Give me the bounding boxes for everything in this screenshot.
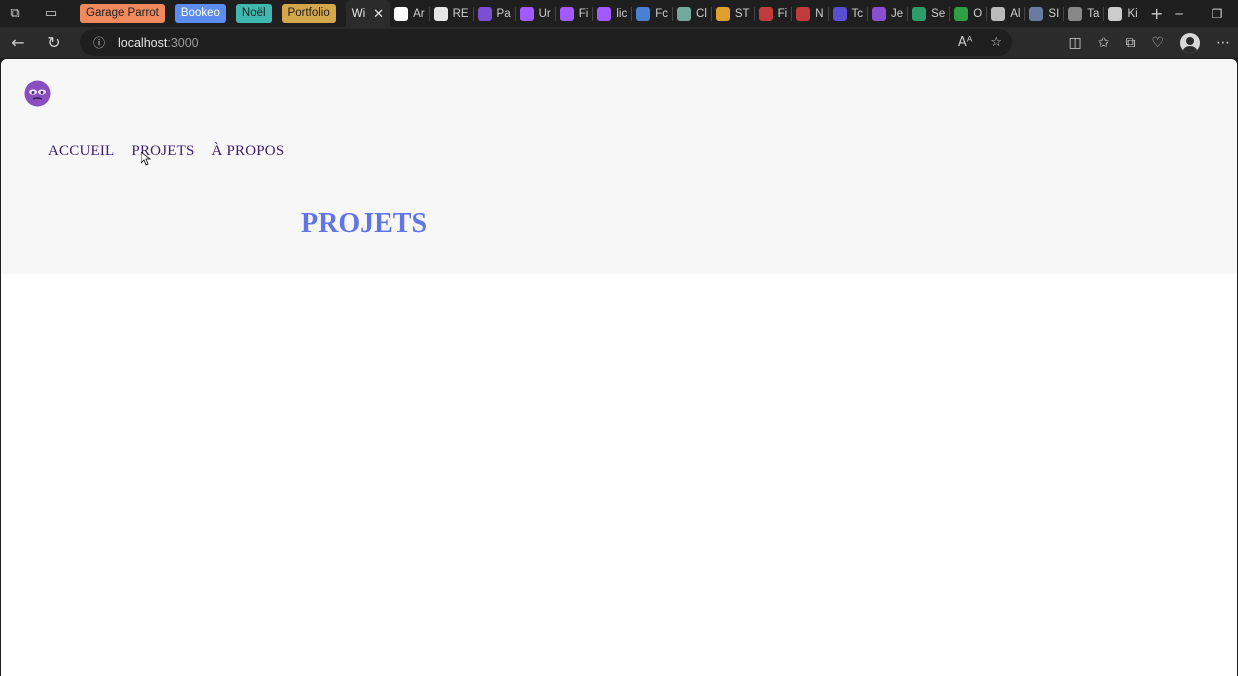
globe-icon [1029,6,1044,21]
browser-tab[interactable]: lic [593,0,631,27]
tab-label: Je [891,7,904,20]
tab-label: Al [1010,7,1021,20]
chatgpt-icon [677,6,692,21]
cube-icon [1108,6,1123,21]
nav-accueil[interactable]: ACCUEIL [48,143,114,160]
minimize-icon[interactable]: ─ [1160,0,1198,27]
square-icon [954,6,969,21]
close-tab-icon[interactable]: ✕ [373,6,384,22]
nav-a-propos[interactable]: À PROPOS [212,143,285,160]
browser-tab[interactable]: Ur [516,0,555,27]
tab-label: Ur [538,7,551,20]
browser-tab[interactable]: Je [868,0,907,27]
tab-label: Fi [578,7,589,20]
url-host: localhost [118,35,168,50]
app-icon [832,6,847,21]
tab-label: Ar [413,7,425,20]
figma-icon [394,6,409,21]
tab-label: ST [734,7,750,20]
tab-actions-icon[interactable]: ▭ [36,0,66,27]
address-bar[interactable]: ⓘ localhost:3000 Aᴬ ☆ [80,29,1012,56]
omnibox-actions: Aᴬ ☆ [958,29,1002,56]
board-icon [636,6,651,21]
tab-label: Tc [851,7,864,20]
page-viewport: ACCUEIL PROJETS À PROPOS PROJETS [1,59,1237,676]
tab-active[interactable]: Wi ✕ [345,0,391,27]
tab-groups: Garage Parrot Bookeo Noël Portfolio [80,4,346,23]
tab-label: Pa [496,7,511,20]
dots-icon [1068,6,1083,21]
figma-icon [519,6,534,21]
github-icon [433,6,448,21]
main-nav: ACCUEIL PROJETS À PROPOS [48,143,284,160]
tab-label: Se [931,7,946,20]
mouse-cursor-icon [141,152,151,166]
more-options-icon[interactable]: ⋯ [1216,35,1230,51]
browser-tab[interactable]: Ki [1104,0,1141,27]
tab-label: SI [1048,7,1060,20]
tab-group-2[interactable]: Noël [235,4,272,23]
tab-list: Ar RE Pa Ur Fi lic Fc Cl ST Fi N Tc Je Se O Al SI Ta Ki [390,0,1142,27]
app-icon [991,6,1006,21]
browser-tab[interactable]: N [792,0,827,27]
browser-tab[interactable]: Ta [1064,0,1103,27]
browser-tab[interactable]: RE [430,0,473,27]
collections-icon[interactable]: ⧉ [1125,35,1135,51]
browser-toolbar: ← ↻ ⓘ localhost:3000 Aᴬ ☆ ◫ ✩ ⧉ ♡ ⋯ [0,27,1238,58]
favorites-icon[interactable]: ✩ [1098,35,1110,51]
url-text[interactable]: localhost:3000 [118,36,199,50]
app-icon [477,6,492,21]
read-aloud-icon[interactable]: Aᴬ [958,35,973,50]
site-header: ACCUEIL PROJETS À PROPOS PROJETS [1,59,1237,274]
browser-tab[interactable]: Pa [474,0,515,27]
browser-essentials-icon[interactable]: ♡ [1151,35,1164,51]
browser-tab[interactable]: Se [908,0,949,27]
restore-icon[interactable]: ❐ [1198,0,1236,27]
browser-tab[interactable]: Fi [556,0,593,27]
browser-tab[interactable]: Ar [390,0,429,27]
paper-plane-icon [715,6,730,21]
browser-tab[interactable]: ST [712,0,754,27]
filezilla-icon [758,6,773,21]
tab-label: N [815,7,824,20]
tab-label: Fi [777,7,788,20]
tab-group-3[interactable]: Portfolio [281,4,336,23]
reload-icon[interactable]: ↻ [36,27,72,58]
tab-group-0[interactable]: Garage Parrot [80,4,165,23]
page-title: PROJETS [301,208,428,239]
workspaces-icon[interactable]: ⧉ [0,0,30,27]
profile-avatar[interactable] [1180,32,1200,53]
plus-icon [912,6,927,21]
tab-group-1[interactable]: Bookeo [174,4,226,23]
browser-tab[interactable]: Fi [755,0,792,27]
active-tab-label: Wi [351,7,366,20]
filezilla-icon [796,6,811,21]
favorite-star-icon[interactable]: ☆ [990,35,1002,50]
browser-tab[interactable]: Al [987,0,1024,27]
toolbar-actions: ◫ ✩ ⧉ ♡ ⋯ [1068,27,1230,58]
tab-label: lic [616,7,628,20]
url-port: :3000 [167,35,199,50]
tab-label: Ta [1087,7,1100,20]
browser-tab[interactable]: Fc [632,0,672,27]
browser-tab[interactable]: O [950,0,986,27]
figma-icon [597,6,612,21]
back-icon[interactable]: ← [0,27,36,58]
figma-icon [559,6,574,21]
site-info-icon[interactable]: ⓘ [80,34,118,51]
browser-tab[interactable]: Cl [673,0,711,27]
browser-tab-strip: ⧉ ▭ Garage Parrot Bookeo Noël Portfolio Wi … [0,0,1238,27]
tab-label: O [973,7,983,20]
split-screen-icon[interactable]: ◫ [1068,35,1081,51]
tab-label: Cl [696,7,707,20]
tab-label: Fc [655,7,669,20]
tab-label: Ki [1127,7,1138,20]
logo-emoji-icon[interactable] [24,80,51,107]
tab-label: RE [452,7,469,20]
browser-tab[interactable]: Tc [829,0,868,27]
app-icon [872,6,886,21]
browser-tab[interactable]: SI [1025,0,1063,27]
